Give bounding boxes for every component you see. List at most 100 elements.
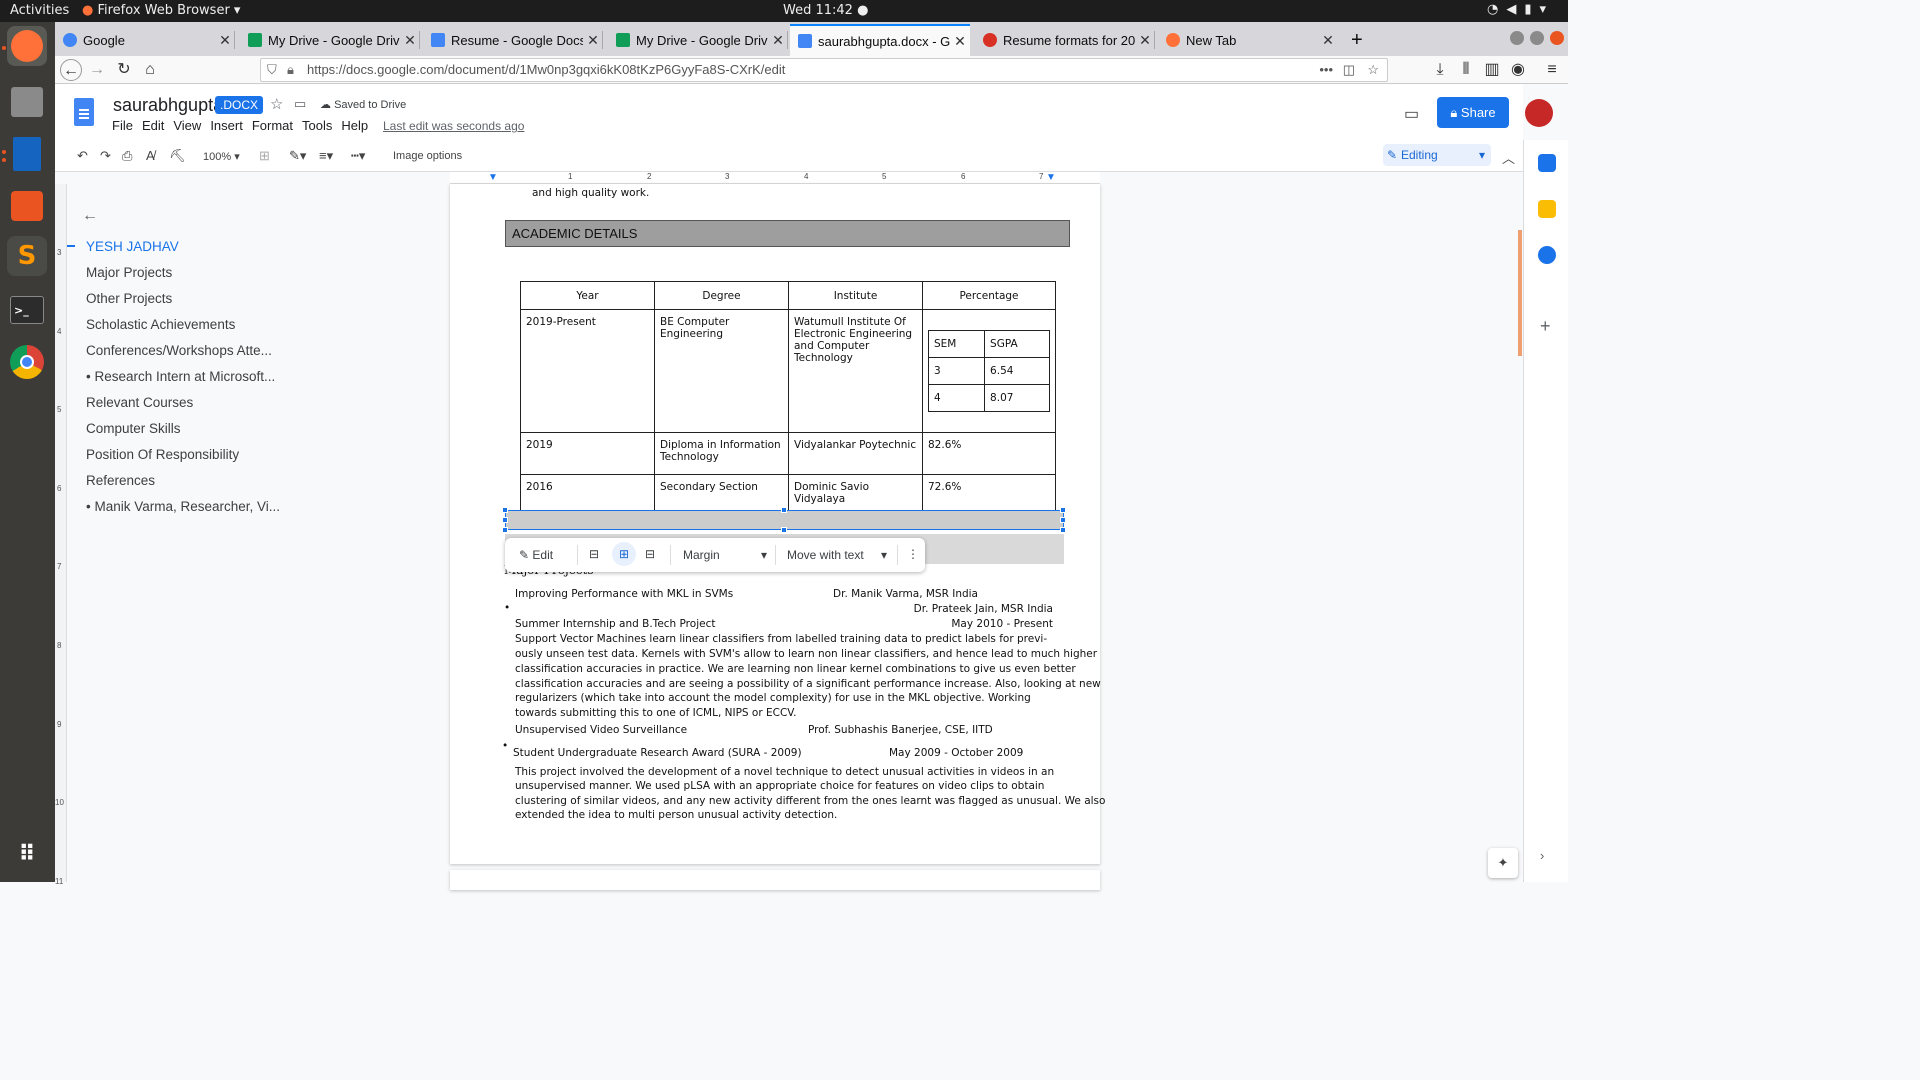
app-menu[interactable]: ● Firefox Web Browser ▾	[82, 3, 240, 18]
table-header-cell[interactable]: Degree	[654, 281, 789, 310]
more-options-icon[interactable]: ⋮	[907, 547, 919, 561]
menu-format[interactable]: Format	[252, 118, 293, 133]
comment-history-icon[interactable]: ▭	[1404, 104, 1419, 124]
show-apps-icon[interactable]: ⠿	[7, 834, 47, 874]
menu-edit[interactable]: Edit	[142, 118, 164, 133]
close-window-icon[interactable]	[1550, 31, 1564, 45]
resize-handle[interactable]	[502, 507, 508, 513]
table-cell[interactable]: Diploma in Information Technology	[654, 432, 789, 475]
image-options-button[interactable]: Image options	[393, 150, 462, 162]
zoom-select[interactable]: 100% ▾	[203, 150, 240, 163]
table-cell[interactable]: 2019-Present	[520, 309, 655, 433]
resize-handle[interactable]	[502, 527, 508, 533]
redo-icon[interactable]: ↷	[100, 148, 111, 164]
academic-table[interactable]: Year Degree Institute Percentage 2019-Pr…	[520, 281, 1056, 512]
docs-home-icon[interactable]	[74, 98, 94, 126]
table-header-cell[interactable]: Institute	[788, 281, 923, 310]
close-icon[interactable]: ✕	[950, 33, 970, 50]
table-cell[interactable]: 72.6%	[922, 474, 1056, 512]
resize-handle[interactable]	[1060, 507, 1066, 513]
border-dash-icon[interactable]: ┅▾	[351, 148, 365, 164]
outline-item[interactable]: Major Projects	[86, 265, 172, 280]
position-select[interactable]: Move with text ▾	[787, 548, 887, 562]
indent-marker[interactable]: ▼	[488, 172, 498, 183]
system-tray[interactable]: ◔◀▮▾	[1487, 2, 1554, 17]
outline-item[interactable]: • Manik Varma, Researcher, Vi...	[86, 499, 280, 514]
add-comment-icon[interactable]: ⊞	[259, 148, 270, 164]
close-icon[interactable]: ✕	[400, 32, 420, 49]
save-status[interactable]: ☁ Saved to Drive	[320, 98, 406, 111]
menu-tools[interactable]: Tools	[302, 118, 332, 133]
files-dock-icon[interactable]	[7, 82, 47, 122]
menu-file[interactable]: File	[112, 118, 133, 133]
last-edit-link[interactable]: Last edit was seconds ago	[383, 119, 524, 133]
back-icon[interactable]: ←	[60, 59, 82, 81]
terminal-dock-icon[interactable]: >_	[7, 290, 47, 330]
break-text-icon[interactable]: ⊟	[645, 547, 655, 561]
undo-icon[interactable]: ↶	[77, 148, 88, 164]
avatar[interactable]	[1525, 99, 1553, 127]
tab-drive[interactable]: My Drive - Google Drive ✕	[240, 24, 420, 56]
shield-icon[interactable]: ⛉	[267, 59, 277, 81]
resize-handle[interactable]	[1060, 527, 1066, 533]
downloads-icon[interactable]: ⤓	[1429, 59, 1451, 81]
table-header-cell[interactable]: Percentage	[922, 281, 1056, 310]
activities-button[interactable]: Activities	[10, 3, 69, 18]
bookmark-star-icon[interactable]: ☆	[1367, 59, 1379, 81]
hamburger-menu-icon[interactable]: ≡	[1541, 59, 1563, 81]
writer-dock-icon[interactable]	[7, 134, 47, 174]
sidebar-icon[interactable]: ▥	[1481, 59, 1503, 81]
table-cell[interactable]: 2019	[520, 432, 655, 475]
table-cell[interactable]: Watumull Institute Of Electronic Enginee…	[788, 309, 923, 433]
resize-handle[interactable]	[781, 527, 787, 533]
close-icon[interactable]: ✕	[1135, 32, 1155, 49]
maximize-icon[interactable]	[1530, 31, 1544, 45]
tab-new-tab[interactable]: New Tab ✕	[1158, 24, 1338, 56]
url-bar[interactable]: ⛉ 🔒︎ https://docs.google.com/document/d/…	[260, 58, 1388, 82]
table-cell[interactable]: BE Computer Engineering	[654, 309, 789, 433]
table-header-cell[interactable]: SEM	[927, 330, 986, 358]
tasks-icon[interactable]	[1538, 246, 1556, 264]
calendar-icon[interactable]	[1538, 154, 1556, 172]
outline-item[interactable]: Other Projects	[86, 291, 172, 306]
resize-handle[interactable]	[781, 507, 787, 513]
resize-handle[interactable]	[502, 517, 508, 523]
tab-drive-2[interactable]: My Drive - Google Drive ✕	[608, 24, 788, 56]
page-actions-icon[interactable]: •••	[1319, 59, 1333, 81]
chrome-dock-icon[interactable]	[7, 342, 47, 382]
forward-icon[interactable]: →	[86, 59, 108, 81]
sgpa-table[interactable]: SEM SGPA 3 6.54 4 8.07	[927, 330, 1050, 412]
menu-help[interactable]: Help	[341, 118, 368, 133]
new-tab-button[interactable]: +	[1343, 24, 1369, 56]
outline-item[interactable]: Relevant Courses	[86, 395, 193, 410]
library-icon[interactable]: ⫴	[1455, 59, 1477, 81]
table-cell[interactable]: 2016	[520, 474, 655, 512]
close-icon[interactable]: ✕	[583, 32, 603, 49]
account-icon[interactable]: ◉	[1507, 59, 1529, 81]
tab-resume-docs[interactable]: Resume - Google Docs ✕	[423, 24, 603, 56]
edit-image-button[interactable]: ✎ Edit	[519, 548, 553, 562]
margin-select[interactable]: Margin ▾	[683, 548, 767, 562]
spellcheck-icon[interactable]: A̸	[146, 148, 155, 163]
table-cell[interactable]: 3	[927, 357, 986, 385]
outline-item[interactable]: Computer Skills	[86, 421, 181, 436]
resize-handle[interactable]	[1060, 517, 1066, 523]
table-cell[interactable]: Dominic Savio Vidyalaya	[788, 474, 923, 512]
menu-view[interactable]: View	[173, 118, 201, 133]
table-header-cell[interactable]: SGPA	[984, 330, 1050, 358]
table-cell[interactable]: 8.07	[984, 384, 1050, 412]
close-icon[interactable]: ✕	[1318, 32, 1338, 49]
table-cell[interactable]: Secondary Section	[654, 474, 789, 512]
horizontal-ruler[interactable]: ▼ 1 2 3 4 5 6 7 ▼	[450, 172, 1100, 184]
inline-wrap-icon[interactable]: ⊟	[589, 547, 599, 561]
outline-item[interactable]: References	[86, 473, 155, 488]
table-cell[interactable]: Vidyalankar Poytechnic	[788, 432, 923, 475]
table-cell[interactable]: 4	[927, 384, 986, 412]
outline-item[interactable]: YESH JADHAV	[86, 239, 179, 254]
keep-icon[interactable]	[1538, 200, 1556, 218]
outline-item[interactable]: • Research Intern at Microsoft...	[86, 369, 275, 384]
firefox-dock-icon[interactable]	[7, 26, 47, 66]
print-icon[interactable]: ⎙	[122, 148, 132, 164]
outline-item[interactable]: Position Of Responsibility	[86, 447, 239, 462]
menu-insert[interactable]: Insert	[210, 118, 243, 133]
